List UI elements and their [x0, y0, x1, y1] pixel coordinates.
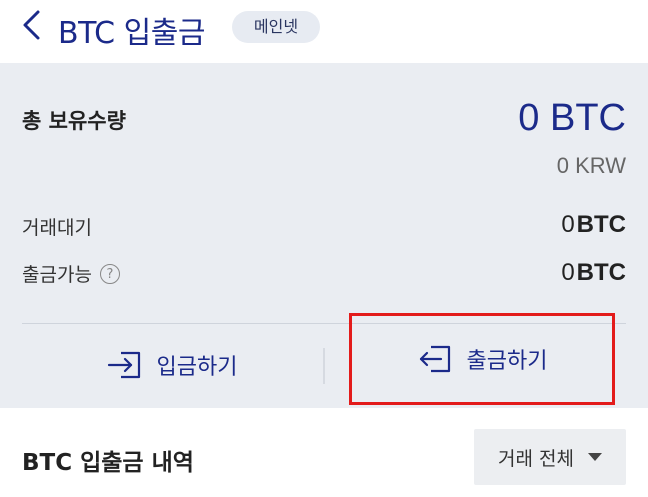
withdrawable-value: 0BTC — [561, 259, 626, 287]
transaction-filter-dropdown[interactable]: 거래 전체 — [474, 429, 626, 485]
header: BTC 입출금 메인넷 — [0, 0, 648, 62]
deposit-icon — [107, 351, 140, 379]
filter-label: 거래 전체 — [498, 447, 574, 470]
pending-label: 거래대기 — [22, 213, 92, 240]
back-chevron-icon[interactable] — [18, 8, 48, 42]
network-badge: 메인넷 — [232, 11, 320, 43]
action-separator — [323, 348, 325, 384]
total-balance-label: 총 보유수량 — [22, 109, 126, 133]
total-balance-krw: 0 KRW — [556, 153, 626, 178]
withdrawable-label: 출금가능 ? — [22, 260, 120, 287]
total-balance-btc: 0 BTC — [518, 97, 626, 139]
withdrawable-amount: 0 — [561, 259, 575, 286]
deposit-button[interactable]: 입금하기 — [22, 333, 322, 397]
withdraw-label: 출금하기 — [466, 349, 548, 374]
balance-panel: 총 보유수량 0 BTC 0 KRW 거래대기 0BTC 출금가능 ? 0BTC… — [0, 63, 648, 408]
withdraw-button[interactable]: 출금하기 — [349, 313, 615, 405]
withdrawable-unit: BTC — [576, 259, 626, 286]
pending-unit: BTC — [576, 211, 626, 238]
pending-amount: 0 — [561, 211, 575, 238]
pending-label-text: 거래대기 — [22, 217, 92, 239]
history-title: BTC 입출금 내역 — [22, 450, 194, 476]
page-title: BTC 입출금 — [58, 16, 205, 51]
withdraw-icon — [419, 345, 450, 373]
help-icon[interactable]: ? — [99, 263, 120, 284]
caret-down-icon — [587, 453, 602, 461]
withdrawable-label-text: 출금가능 — [22, 264, 92, 286]
deposit-label: 입금하기 — [156, 355, 238, 380]
pending-value: 0BTC — [561, 211, 626, 239]
